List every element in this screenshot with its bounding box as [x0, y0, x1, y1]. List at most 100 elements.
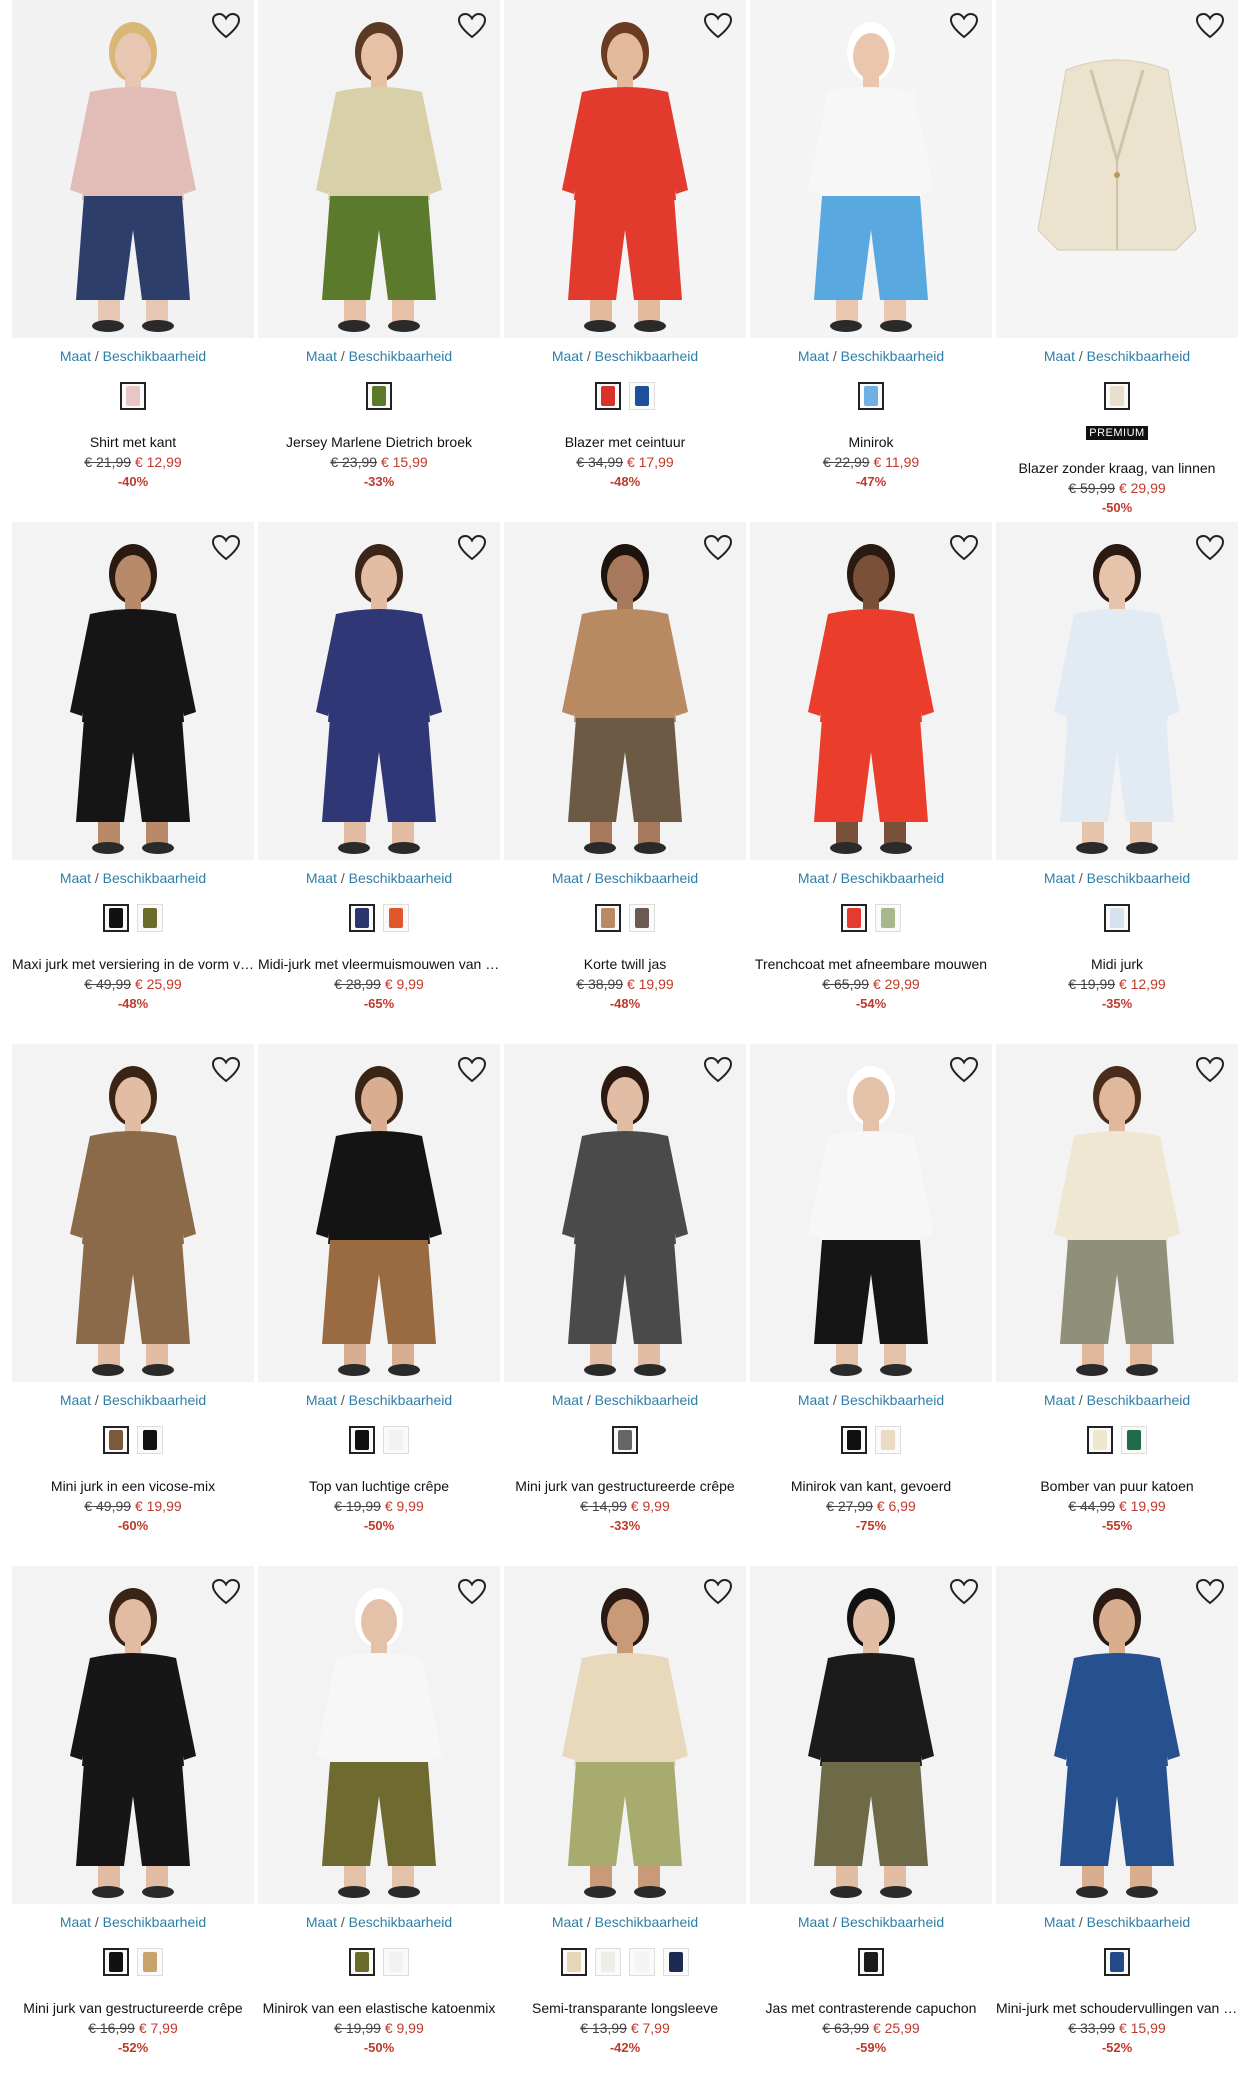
product-image[interactable]: [504, 1566, 746, 1904]
wishlist-heart-icon[interactable]: [948, 1576, 980, 1608]
product-name[interactable]: Jersey Marlene Dietrich broek: [258, 434, 500, 450]
product-name[interactable]: Mini jurk in een vicose-mix: [12, 1478, 254, 1494]
product-name[interactable]: Minirok: [750, 434, 992, 450]
product-name[interactable]: Minirok van kant, gevoerd: [750, 1478, 992, 1494]
color-swatch[interactable]: [383, 904, 409, 932]
size-availability-link[interactable]: Maat / Beschikbaarheid: [996, 1914, 1238, 1930]
product-image[interactable]: [504, 0, 746, 338]
wishlist-heart-icon[interactable]: [210, 1576, 242, 1608]
product-name[interactable]: Shirt met kant: [12, 434, 254, 450]
size-availability-link[interactable]: Maat / Beschikbaarheid: [12, 348, 254, 364]
wishlist-heart-icon[interactable]: [456, 1576, 488, 1608]
color-swatch[interactable]: [349, 1948, 375, 1976]
color-swatch[interactable]: [561, 1948, 587, 1976]
color-swatch[interactable]: [875, 904, 901, 932]
size-availability-link[interactable]: Maat / Beschikbaarheid: [750, 1392, 992, 1408]
product-name[interactable]: Midi jurk: [996, 956, 1238, 972]
color-swatch[interactable]: [349, 904, 375, 932]
wishlist-heart-icon[interactable]: [702, 10, 734, 42]
size-availability-link[interactable]: Maat / Beschikbaarheid: [750, 1914, 992, 1930]
product-card[interactable]: Maat / Beschikbaarheid Midi jurk € 19,99…: [996, 522, 1238, 1044]
size-availability-link[interactable]: Maat / Beschikbaarheid: [504, 1914, 746, 1930]
size-availability-link[interactable]: Maat / Beschikbaarheid: [504, 870, 746, 886]
size-availability-link[interactable]: Maat / Beschikbaarheid: [750, 870, 992, 886]
product-card[interactable]: Maat / Beschikbaarheid Jas met contraste…: [750, 1566, 992, 2088]
product-card[interactable]: Maat / Beschikbaarheid Blazer met ceintu…: [504, 0, 746, 522]
wishlist-heart-icon[interactable]: [702, 1576, 734, 1608]
size-availability-link[interactable]: Maat / Beschikbaarheid: [258, 348, 500, 364]
product-name[interactable]: Top van luchtige crêpe: [258, 1478, 500, 1494]
color-swatch[interactable]: [612, 1426, 638, 1454]
product-card[interactable]: Maat / Beschikbaarheid Jersey Marlene Di…: [258, 0, 500, 522]
wishlist-heart-icon[interactable]: [1194, 1576, 1226, 1608]
color-swatch[interactable]: [120, 382, 146, 410]
color-swatch[interactable]: [1121, 1426, 1147, 1454]
product-card[interactable]: Maat / Beschikbaarheid Minirok € 22,99 €…: [750, 0, 992, 522]
color-swatch[interactable]: [629, 1948, 655, 1976]
color-swatch[interactable]: [595, 382, 621, 410]
color-swatch[interactable]: [858, 382, 884, 410]
color-swatch[interactable]: [663, 1948, 689, 1976]
product-image[interactable]: [750, 1044, 992, 1382]
wishlist-heart-icon[interactable]: [456, 10, 488, 42]
product-name[interactable]: Mini jurk van gestructureerde crêpe: [504, 1478, 746, 1494]
size-availability-link[interactable]: Maat / Beschikbaarheid: [258, 1392, 500, 1408]
color-swatch[interactable]: [103, 904, 129, 932]
product-image[interactable]: [750, 522, 992, 860]
size-availability-link[interactable]: Maat / Beschikbaarheid: [258, 870, 500, 886]
product-card[interactable]: Maat / Beschikbaarheid Midi-jurk met vle…: [258, 522, 500, 1044]
product-name[interactable]: Korte twill jas: [504, 956, 746, 972]
color-swatch[interactable]: [629, 904, 655, 932]
size-availability-link[interactable]: Maat / Beschikbaarheid: [504, 1392, 746, 1408]
product-image[interactable]: [12, 522, 254, 860]
wishlist-heart-icon[interactable]: [456, 532, 488, 564]
product-name[interactable]: Semi-transparante longsleeve: [504, 2000, 746, 2016]
color-swatch[interactable]: [137, 1426, 163, 1454]
product-name[interactable]: Bomber van puur katoen: [996, 1478, 1238, 1494]
product-name[interactable]: Maxi jurk met versiering in de vorm van …: [12, 956, 254, 972]
product-name[interactable]: Jas met contrasterende capuchon: [750, 2000, 992, 2016]
size-availability-link[interactable]: Maat / Beschikbaarheid: [258, 1914, 500, 1930]
product-name[interactable]: Midi-jurk met vleermuismouwen van satijn: [258, 956, 500, 972]
size-availability-link[interactable]: Maat / Beschikbaarheid: [504, 348, 746, 364]
product-name[interactable]: Minirok van een elastische katoenmix: [258, 2000, 500, 2016]
product-card[interactable]: Maat / Beschikbaarheid Mini-jurk met sch…: [996, 1566, 1238, 2088]
size-availability-link[interactable]: Maat / Beschikbaarheid: [996, 1392, 1238, 1408]
color-swatch[interactable]: [103, 1948, 129, 1976]
product-image[interactable]: [258, 522, 500, 860]
product-image[interactable]: [12, 1566, 254, 1904]
color-swatch[interactable]: [137, 1948, 163, 1976]
size-availability-link[interactable]: Maat / Beschikbaarheid: [12, 870, 254, 886]
size-availability-link[interactable]: Maat / Beschikbaarheid: [750, 348, 992, 364]
product-image[interactable]: [996, 1566, 1238, 1904]
size-availability-link[interactable]: Maat / Beschikbaarheid: [12, 1392, 254, 1408]
product-image[interactable]: [504, 1044, 746, 1382]
product-card[interactable]: Maat / Beschikbaarheid Maxi jurk met ver…: [12, 522, 254, 1044]
product-card[interactable]: Maat / Beschikbaarheid Trenchcoat met af…: [750, 522, 992, 1044]
product-image[interactable]: [12, 1044, 254, 1382]
color-swatch[interactable]: [103, 1426, 129, 1454]
wishlist-heart-icon[interactable]: [1194, 10, 1226, 42]
product-name[interactable]: Mini jurk van gestructureerde crêpe: [12, 2000, 254, 2016]
wishlist-heart-icon[interactable]: [948, 10, 980, 42]
product-image[interactable]: [12, 0, 254, 338]
wishlist-heart-icon[interactable]: [948, 1054, 980, 1086]
color-swatch[interactable]: [875, 1426, 901, 1454]
wishlist-heart-icon[interactable]: [702, 532, 734, 564]
wishlist-heart-icon[interactable]: [210, 10, 242, 42]
size-availability-link[interactable]: Maat / Beschikbaarheid: [996, 348, 1238, 364]
product-name[interactable]: Mini-jurk met schoudervullingen van gest…: [996, 2000, 1238, 2016]
product-image[interactable]: [258, 1566, 500, 1904]
product-name[interactable]: Trenchcoat met afneembare mouwen: [750, 956, 992, 972]
product-card[interactable]: Maat / Beschikbaarheid Mini jurk in een …: [12, 1044, 254, 1566]
product-card[interactable]: Maat / Beschikbaarheid Minirok van kant,…: [750, 1044, 992, 1566]
product-image[interactable]: [258, 0, 500, 338]
color-swatch[interactable]: [595, 904, 621, 932]
product-name[interactable]: Blazer met ceintuur: [504, 434, 746, 450]
wishlist-heart-icon[interactable]: [1194, 1054, 1226, 1086]
color-swatch[interactable]: [629, 382, 655, 410]
product-card[interactable]: Maat / Beschikbaarheid Minirok van een e…: [258, 1566, 500, 2088]
color-swatch[interactable]: [137, 904, 163, 932]
wishlist-heart-icon[interactable]: [948, 532, 980, 564]
product-image[interactable]: [996, 0, 1238, 338]
